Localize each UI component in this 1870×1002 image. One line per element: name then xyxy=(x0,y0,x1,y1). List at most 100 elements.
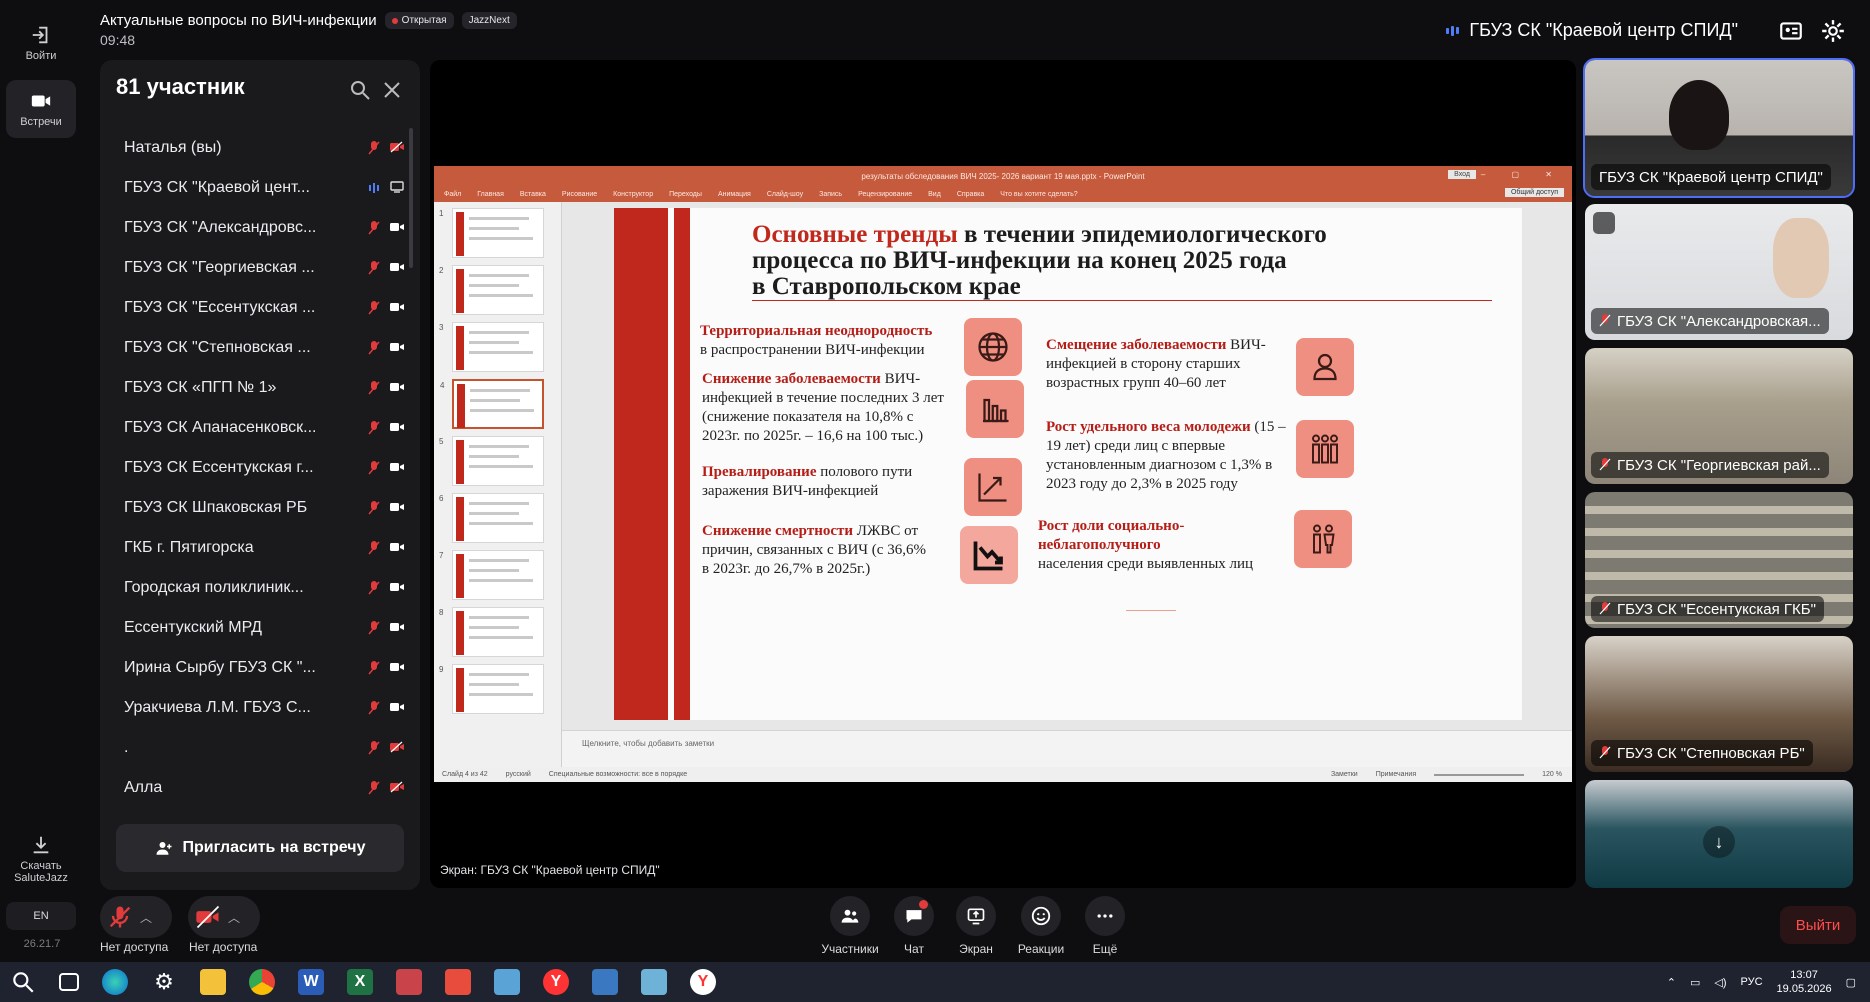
clock[interactable]: 13:07 19.05.2026 xyxy=(1777,968,1832,996)
slide-thumbnail[interactable]: 8 xyxy=(439,607,544,657)
pdf-reader-icon[interactable] xyxy=(396,969,422,995)
chat-button[interactable]: Чат xyxy=(884,896,944,956)
zoom-slider[interactable] xyxy=(1434,773,1525,776)
ppt-menu-item[interactable]: Вид xyxy=(928,191,941,198)
thumbnail-line xyxy=(469,683,519,686)
participant-row[interactable]: ГБУЗ СК "Степновская ... xyxy=(100,328,420,368)
slide-notes-area[interactable]: Щелкните, чтобы добавить заметки xyxy=(562,730,1572,767)
thumbnail-line xyxy=(469,237,533,240)
video-tile-1[interactable]: ГБУЗ СК "Краевой центр СПИД" xyxy=(1583,58,1855,198)
mic-control[interactable]: ︿ xyxy=(100,896,172,938)
scroll-down-icon[interactable]: ↓ xyxy=(1703,826,1735,858)
ppt-menu-item[interactable]: Слайд-шоу xyxy=(767,191,803,198)
settings-gear-icon[interactable] xyxy=(1820,18,1846,44)
participant-row[interactable]: ГБУЗ СК "Георгиевская ... xyxy=(100,248,420,288)
status-notes-button[interactable]: Заметки xyxy=(1331,771,1358,778)
invite-button[interactable]: Пригласить на встречу xyxy=(116,824,404,872)
slide-thumbnail[interactable]: 6 xyxy=(439,493,544,543)
participant-row[interactable]: ГБУЗ СК "Краевой цент... xyxy=(100,168,420,208)
ppt-menu-item[interactable]: Запись xyxy=(819,191,842,198)
reactions-button[interactable]: Реакции xyxy=(1011,896,1071,956)
ppt-menu-item[interactable]: Справка xyxy=(957,191,984,198)
participant-row[interactable]: ГБУЗ СК "Ессентукская ... xyxy=(100,288,420,328)
participants-button[interactable]: Участники xyxy=(820,896,880,956)
excel-icon[interactable]: X xyxy=(347,969,373,995)
participant-row[interactable]: Наталья (вы) xyxy=(100,128,420,168)
login-button[interactable]: Войти xyxy=(6,24,76,62)
ppt-share-button[interactable]: Общий доступ xyxy=(1504,188,1564,197)
video-tile-4[interactable]: ГБУЗ СК "Ессентукская ГКБ" xyxy=(1585,492,1853,628)
ppt-menu-item[interactable]: Главная xyxy=(477,191,504,198)
slide-thumbnail[interactable]: 9 xyxy=(439,664,544,714)
edge-browser-icon[interactable] xyxy=(102,969,128,995)
participant-row[interactable]: Уракчиева Л.М. ГБУЗ С... xyxy=(100,688,420,728)
calculator-icon[interactable] xyxy=(592,969,618,995)
video-tile-3[interactable]: ГБУЗ СК "Георгиевская рай... xyxy=(1585,348,1853,484)
word-icon[interactable]: W xyxy=(298,969,324,995)
video-tile-5[interactable]: ГБУЗ СК "Степновская РБ" xyxy=(1585,636,1853,772)
participant-row[interactable]: . xyxy=(100,728,420,768)
volume-icon[interactable]: ◁) xyxy=(1714,976,1726,989)
ppt-menu-item[interactable]: Переходы xyxy=(669,191,702,198)
more-button[interactable]: Ещё xyxy=(1075,896,1135,956)
chevron-up-icon[interactable]: ︿ xyxy=(228,909,240,926)
ppt-signin-button[interactable]: Вход xyxy=(1448,170,1476,179)
search-icon[interactable] xyxy=(348,78,372,102)
yandex-icon[interactable]: Y xyxy=(690,969,716,995)
ppt-window-controls[interactable]: – ▢ ✕ xyxy=(1481,170,1564,179)
search-icon[interactable] xyxy=(10,969,36,995)
chrome-icon[interactable] xyxy=(249,969,275,995)
trend-social-share: Рост доли социально-неблагополучного насе… xyxy=(1038,517,1298,574)
network-icon[interactable]: ▭ xyxy=(1690,976,1700,989)
download-app-button[interactable]: Скачать SaluteJazz xyxy=(6,834,76,884)
anydesk-icon[interactable] xyxy=(445,969,471,995)
participant-row[interactable]: ГБУЗ СК Шпаковская РБ xyxy=(100,488,420,528)
language-switch[interactable]: EN xyxy=(6,902,76,930)
tray-expand-icon[interactable]: ⌃ xyxy=(1667,976,1676,989)
participant-row[interactable]: Ессентукский МРД xyxy=(100,608,420,648)
ppt-menu-item[interactable]: Рецензирование xyxy=(858,191,912,198)
participant-row[interactable]: Алла xyxy=(100,768,420,808)
ppt-menu-item[interactable]: Конструктор xyxy=(613,191,653,198)
open-badge-label: Открытая xyxy=(401,15,447,26)
participant-list-scrollbar[interactable] xyxy=(409,128,413,268)
ppt-menu-item[interactable]: Что вы хотите сделать? xyxy=(1000,191,1077,198)
file-explorer-icon[interactable] xyxy=(200,969,226,995)
ppt-menu-item[interactable]: Файл xyxy=(444,191,461,198)
leave-button[interactable]: Выйти xyxy=(1780,906,1856,944)
participant-row[interactable]: Городская поликлиник... xyxy=(100,568,420,608)
participant-row[interactable]: ГБУЗ СК Апанасенковск... xyxy=(100,408,420,448)
slide-thumbnail[interactable]: 1 xyxy=(439,208,544,258)
participant-row[interactable]: Ирина Сырбу ГБУЗ СК "... xyxy=(100,648,420,688)
slide-thumbnail[interactable]: 3 xyxy=(439,322,544,372)
settings-gear-icon[interactable]: ⚙ xyxy=(151,969,177,995)
video-tile-2[interactable]: ГБУЗ СК "Александровская... xyxy=(1585,204,1853,340)
ppt-menu-item[interactable]: Анимация xyxy=(718,191,751,198)
slide-thumbnail[interactable]: 7 xyxy=(439,550,544,600)
participant-row[interactable]: ГБУЗ СК "Александровс... xyxy=(100,208,420,248)
meetings-button[interactable]: Встречи xyxy=(6,80,76,138)
yandex-browser-icon[interactable]: Y xyxy=(543,969,569,995)
layout-icon[interactable] xyxy=(1778,18,1804,44)
close-icon[interactable] xyxy=(380,78,404,102)
slide-thumbnail[interactable]: 4 xyxy=(440,379,544,429)
screen-share-button[interactable]: Экран xyxy=(946,896,1006,956)
ppt-menu-item[interactable]: Рисование xyxy=(562,191,597,198)
task-view-icon[interactable] xyxy=(59,973,79,991)
archive-icon[interactable] xyxy=(494,969,520,995)
screen-share-label: Экран: ГБУЗ СК "Краевой центр СПИД" xyxy=(440,863,660,877)
camera-control[interactable]: ︿ xyxy=(188,896,260,938)
video-tile-6[interactable]: ↓ xyxy=(1585,780,1853,888)
slide-thumbnail[interactable]: 2 xyxy=(439,265,544,315)
chevron-up-icon[interactable]: ︿ xyxy=(140,909,152,926)
ppt-menu-item[interactable]: Вставка xyxy=(520,191,546,198)
slide-thumbnail[interactable]: 5 xyxy=(439,436,544,486)
notes-icon[interactable] xyxy=(641,969,667,995)
participant-row[interactable]: ГКБ г. Пятигорска xyxy=(100,528,420,568)
notifications-icon[interactable]: ▢ xyxy=(1846,976,1856,989)
keyboard-language[interactable]: РУС xyxy=(1741,976,1763,988)
participant-name: Алла xyxy=(124,779,163,796)
participant-row[interactable]: ГБУЗ СК «ПГП № 1» xyxy=(100,368,420,408)
participant-row[interactable]: ГБУЗ СК Ессентукская г... xyxy=(100,448,420,488)
status-comments-button[interactable]: Примечания xyxy=(1376,771,1416,778)
